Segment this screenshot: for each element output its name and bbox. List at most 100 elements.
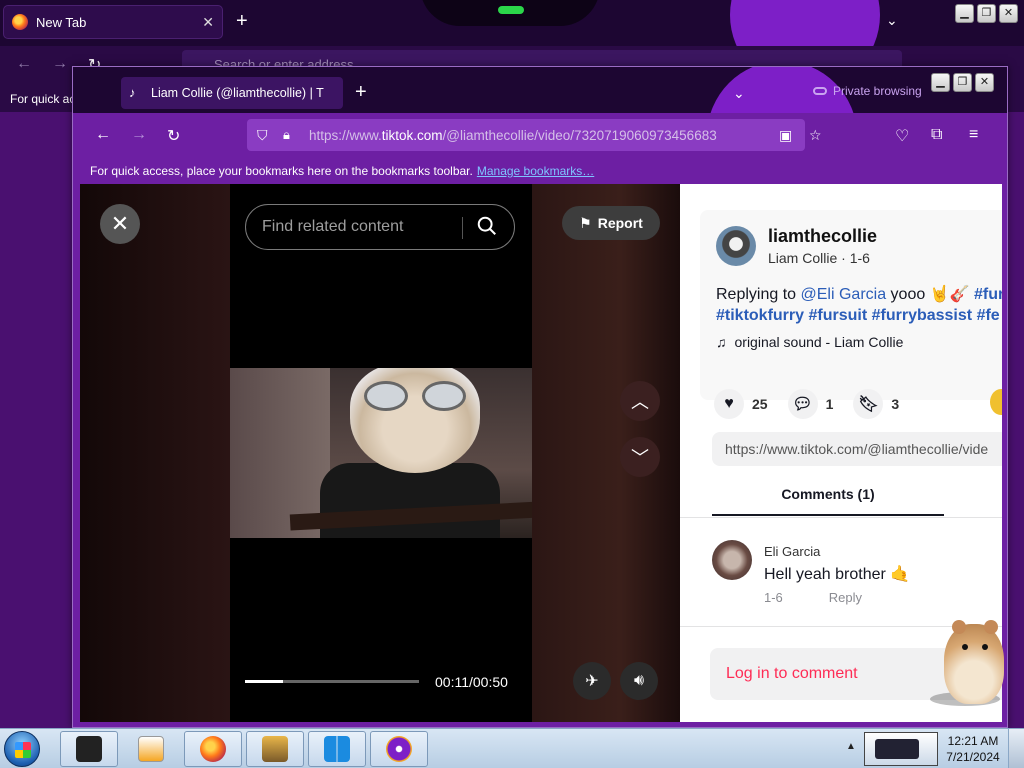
windows-tiles-icon	[324, 736, 350, 762]
mention-link[interactable]: @Eli Garcia	[801, 286, 887, 303]
tab-list-chevron-icon[interactable]: ⌄	[886, 12, 898, 29]
comment-action[interactable]: 💬︎ 1	[787, 389, 833, 419]
back-icon[interactable]: ←	[16, 55, 32, 73]
minimize-button[interactable]: ▁	[955, 4, 974, 23]
reply-button[interactable]: Reply	[829, 590, 862, 605]
previous-video-button[interactable]: ︿	[620, 381, 660, 421]
manage-bookmarks-link[interactable]: Manage bookmarks…	[477, 164, 594, 178]
screenshot-icon[interactable]: ▣	[779, 127, 792, 144]
show-desktop-button[interactable]	[1008, 729, 1024, 768]
tab-comments[interactable]: Comments (1)	[712, 486, 944, 516]
close-window-button[interactable]: ✕	[999, 4, 1018, 23]
volume-button[interactable]: 🔊︎	[620, 662, 658, 700]
commenter-avatar[interactable]	[712, 540, 752, 580]
lock-icon[interactable]: 🔒︎	[283, 127, 290, 143]
tab-list-chevron-icon[interactable]: ⌄	[733, 85, 745, 102]
system-tray[interactable]	[864, 732, 938, 766]
maximize-button[interactable]: ❐	[977, 4, 996, 23]
flag-icon: ⚑	[579, 214, 592, 231]
floating-player-button[interactable]: ✈	[573, 662, 611, 700]
author-subtitle: Liam Collie · 1-6	[768, 250, 870, 266]
private-mask-icon	[813, 87, 827, 95]
reply-prefix: Replying to	[716, 286, 801, 303]
back-icon[interactable]: ←	[95, 126, 111, 144]
video-blur-left	[80, 184, 230, 722]
new-tab-button[interactable]: +	[355, 81, 367, 104]
like-count: 25	[752, 396, 768, 412]
video-progress-bar[interactable]	[245, 680, 419, 683]
bookmarks-hint: For quick access, place your bookmarks h…	[90, 164, 473, 178]
comment-date: 1-6	[764, 590, 783, 605]
private-browsing-icon	[386, 736, 412, 762]
share-link-field[interactable]: https://www.tiktok.com/@liamthecollie/vi…	[712, 432, 1002, 466]
video-player[interactable]: ✕ Find related content ⚑ Report ︿ ﹀ 00:1…	[80, 184, 680, 722]
taskbar-app-media[interactable]	[122, 731, 180, 767]
theme-decoration	[420, 0, 600, 26]
forward-icon[interactable]: →	[52, 55, 68, 73]
browser-window: ♪ Liam Collie (@liamthecollie) | T + ⌄ P…	[72, 66, 1008, 728]
background-tab[interactable]: New Tab ✕	[4, 6, 222, 38]
tray-app-icon	[875, 739, 919, 759]
taskbar-app-box[interactable]	[246, 731, 304, 767]
firefox-icon	[200, 736, 226, 762]
hashtag-link[interactable]: #fe	[977, 307, 1000, 324]
commenter-name[interactable]: Eli Garcia	[764, 544, 820, 559]
close-window-button[interactable]: ✕	[975, 73, 994, 92]
taskbar-app-firefox[interactable]	[184, 731, 242, 767]
reload-icon[interactable]: ↻	[167, 126, 180, 146]
related-search-input[interactable]: Find related content	[245, 204, 515, 250]
url-domain: tiktok.com	[381, 127, 443, 143]
url-path: /@liamthecollie/video/732071906097345668…	[442, 127, 717, 143]
new-tab-button[interactable]: +	[236, 10, 248, 33]
video-frame[interactable]	[230, 368, 532, 538]
tray-expand-icon[interactable]: ▲	[846, 741, 856, 752]
taskbar-app-terminal[interactable]	[60, 731, 118, 767]
comment-bubble-icon: 💬︎	[787, 389, 818, 419]
sound-link[interactable]: ♫ original sound - Liam Collie	[716, 334, 903, 350]
bookmark-star-icon[interactable]: ☆	[809, 127, 822, 144]
menu-icon[interactable]: ≡	[969, 126, 978, 144]
hamster-box-icon	[262, 736, 288, 762]
tiktok-page: ✕ Find related content ⚑ Report ︿ ﹀ 00:1…	[80, 184, 1002, 722]
caption-text: yooo 🤘🎸	[886, 286, 974, 303]
media-player-icon	[138, 736, 164, 762]
terminal-icon	[76, 736, 102, 762]
share-button[interactable]	[990, 389, 1002, 415]
windows-logo-icon	[15, 742, 31, 758]
pocket-icon[interactable]: ♡	[895, 126, 909, 146]
music-note-icon: ♫	[716, 334, 727, 350]
hashtag-link[interactable]: #fursuit	[808, 307, 867, 324]
minimize-button[interactable]: ▁	[931, 73, 950, 92]
taskbar-app-windows[interactable]	[308, 731, 366, 767]
search-icon[interactable]	[476, 215, 498, 237]
clock[interactable]: 12:21 AM 7/21/2024	[940, 733, 1006, 765]
hashtag-link[interactable]: #furrybassist	[872, 307, 973, 324]
theme-decoration	[730, 0, 880, 46]
save-action[interactable]: 🔖︎ 3	[853, 389, 899, 419]
hashtag-link[interactable]: #tiktokfurry	[716, 307, 804, 324]
hashtag-link[interactable]: #fur	[974, 286, 1002, 303]
background-tab-title: New Tab	[36, 14, 87, 30]
active-tab[interactable]: ♪ Liam Collie (@liamthecollie) | T	[121, 77, 343, 109]
sound-name: original sound - Liam Collie	[734, 334, 904, 350]
address-bar[interactable]: https://www. tiktok.com/@liamthecollie/vi…	[247, 119, 805, 151]
close-video-button[interactable]: ✕	[100, 204, 140, 244]
close-tab-icon[interactable]: ✕	[202, 14, 214, 31]
report-button[interactable]: ⚑ Report	[562, 206, 660, 240]
tab-bar: ♪ Liam Collie (@liamthecollie) | T + ⌄ P…	[73, 67, 1007, 113]
firefox-icon	[12, 14, 28, 30]
author-avatar[interactable]	[716, 226, 756, 266]
next-video-button[interactable]: ﹀	[620, 437, 660, 477]
extensions-icon[interactable]: ⧉	[931, 126, 942, 144]
video-time: 00:11/00:50	[435, 674, 508, 690]
related-search-placeholder: Find related content	[262, 218, 404, 235]
taskbar-app-private-firefox[interactable]	[370, 731, 428, 767]
author-username[interactable]: liamthecollie	[768, 226, 877, 247]
forward-icon[interactable]: →	[131, 126, 147, 144]
tiktok-icon: ♪	[129, 85, 136, 100]
maximize-button[interactable]: ❐	[953, 73, 972, 92]
hamster-desktop-pet[interactable]	[930, 604, 1010, 708]
like-action[interactable]: ♥ 25	[714, 389, 768, 419]
tracking-shield-icon[interactable]: ⛉	[257, 127, 268, 144]
start-button[interactable]	[4, 731, 40, 767]
